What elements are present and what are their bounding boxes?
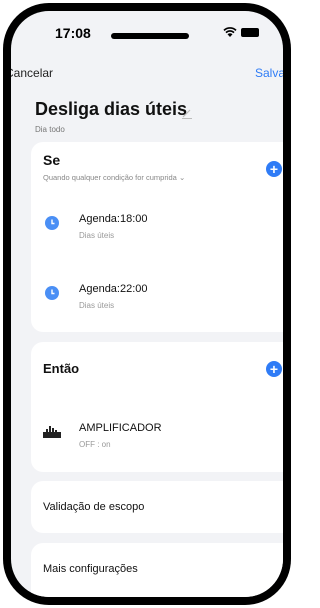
- battery-icon: [241, 28, 259, 37]
- clock-icon: [45, 216, 59, 230]
- action-sub: OFF : on: [79, 440, 111, 449]
- condition-label: Agenda:18:00: [79, 213, 148, 225]
- more-settings-label: Mais configurações: [43, 563, 138, 575]
- add-condition-button[interactable]: +: [266, 161, 282, 177]
- cancel-button[interactable]: Cancelar: [11, 66, 53, 80]
- chevron-down-icon: ⌄: [178, 173, 186, 182]
- if-section-title: Se: [43, 152, 61, 168]
- status-bar: 17:08: [11, 11, 283, 55]
- action-row[interactable]: AMPLIFICADOR OFF : on ›: [31, 408, 283, 458]
- then-section-title: Então: [43, 361, 80, 376]
- page-subtitle: Dia todo: [35, 125, 65, 134]
- edit-pencil-icon[interactable]: [181, 107, 193, 119]
- save-button[interactable]: Salvar: [255, 66, 283, 80]
- action-label: AMPLIFICADOR: [79, 422, 162, 434]
- condition-sub: Dias úteis: [79, 231, 115, 240]
- condition-row[interactable]: Agenda:18:00 Dias úteis ›: [31, 202, 283, 252]
- more-settings-row[interactable]: Mais configurações ›: [31, 543, 283, 597]
- condition-row[interactable]: Agenda:22:00 Dias úteis ›: [31, 272, 283, 322]
- if-card: Se Quando qualquer condição for cumprida…: [31, 142, 283, 332]
- then-card: Então + AMPLIFICADOR OFF : on ›: [31, 342, 283, 472]
- condition-label: Agenda:22:00: [79, 283, 148, 295]
- scope-row[interactable]: Validação de escopo ›: [31, 481, 283, 533]
- condition-selector[interactable]: Quando qualquer condição for cumprida ⌄: [43, 173, 185, 182]
- status-time: 17:08: [55, 25, 91, 41]
- phone-frame: 17:08 Cancelar Salvar Desliga dias úteis…: [3, 3, 291, 605]
- wifi-icon: [223, 27, 237, 37]
- page-title: Desliga dias úteis: [35, 99, 188, 119]
- condition-sub: Dias úteis: [79, 301, 115, 310]
- clock-icon: [45, 286, 59, 300]
- dynamic-island: [111, 33, 189, 39]
- condition-label: Quando qualquer condição for cumprida: [43, 173, 177, 182]
- add-action-button[interactable]: +: [266, 361, 282, 377]
- screen: 17:08 Cancelar Salvar Desliga dias úteis…: [11, 11, 283, 597]
- scope-label: Validação de escopo: [43, 501, 145, 513]
- amplifier-device-icon: [43, 426, 61, 438]
